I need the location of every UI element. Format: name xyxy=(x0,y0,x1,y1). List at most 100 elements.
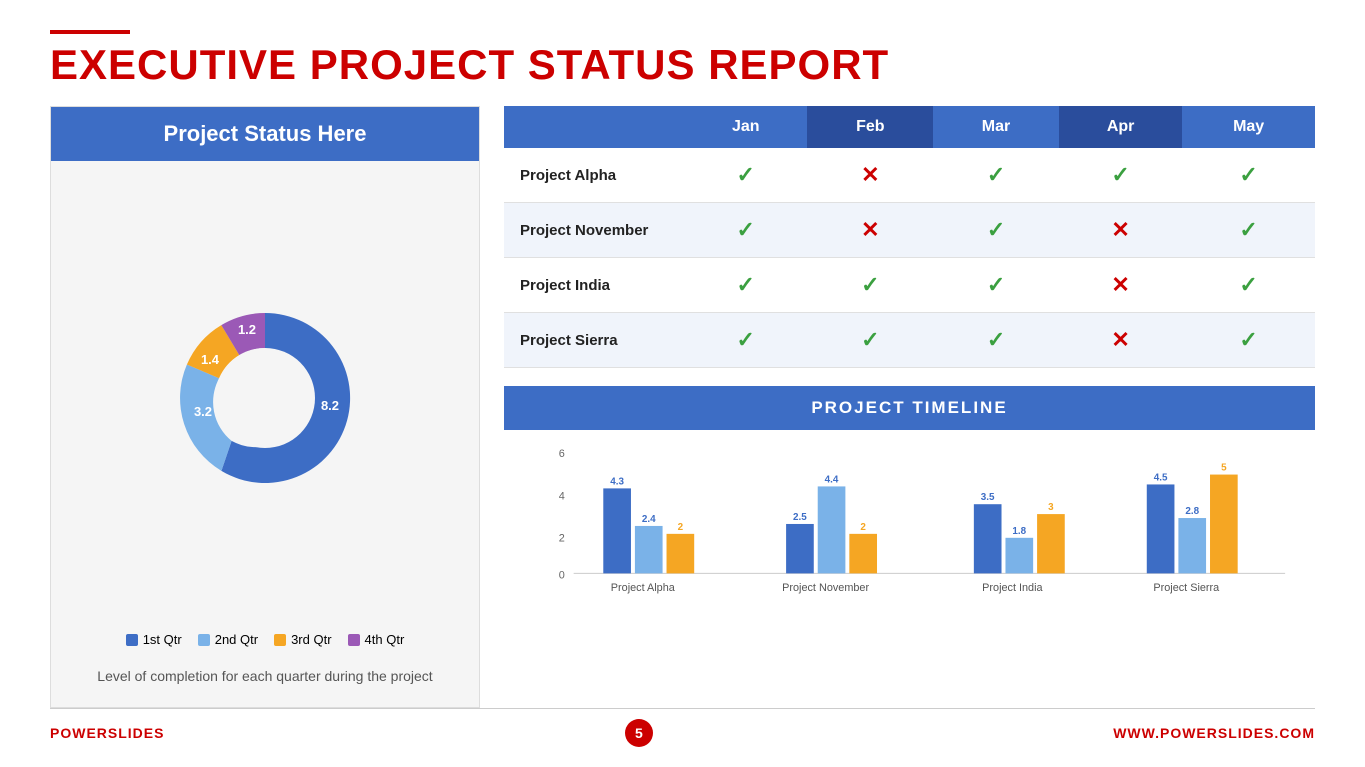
footer-brand: POWERSLIDES xyxy=(50,725,164,741)
donut-center xyxy=(215,348,315,448)
bar-label-sierra-2: 2.8 xyxy=(1185,506,1199,517)
bar-label-nov-2: 4.4 xyxy=(825,475,839,486)
cell-nov-jan: ✓ xyxy=(684,203,807,258)
check-icon: ✓ xyxy=(1239,162,1257,187)
legend-label-2nd-qtr: 2nd Qtr xyxy=(215,632,258,647)
bar-nov-1 xyxy=(786,524,814,573)
check-icon: ✓ xyxy=(1111,162,1129,187)
legend-1st-qtr: 1st Qtr xyxy=(126,632,182,647)
right-panel: Jan Feb Mar Apr May Project Alpha ✓ ✕ ✓ … xyxy=(504,106,1315,708)
bar-alpha-1 xyxy=(603,489,631,574)
cell-sierra-may: ✓ xyxy=(1182,313,1315,368)
col-header-project xyxy=(504,106,684,148)
check-icon: ✓ xyxy=(987,217,1005,242)
page-title: EXECUTIVE PROJECT STATUS REPORT xyxy=(50,42,1315,88)
cell-alpha-mar: ✓ xyxy=(933,148,1059,203)
legend-label-3rd-qtr: 3rd Qtr xyxy=(291,632,331,647)
col-header-mar: Mar xyxy=(933,106,1059,148)
left-panel-header: Project Status Here xyxy=(51,107,479,161)
check-icon: ✓ xyxy=(737,162,755,187)
cell-sierra-feb: ✓ xyxy=(807,313,933,368)
cell-sierra-jan: ✓ xyxy=(684,313,807,368)
check-icon: ✓ xyxy=(737,217,755,242)
header-accent-line xyxy=(50,30,130,34)
label-1st-qtr: 8.2 xyxy=(321,398,339,413)
bar-india-2 xyxy=(1005,538,1033,574)
bar-nov-2 xyxy=(818,487,846,574)
cell-india-jan: ✓ xyxy=(684,258,807,313)
bar-label-alpha-2: 2.4 xyxy=(642,514,656,525)
bar-label-alpha-3: 2 xyxy=(678,522,684,533)
title-black-part: EXECUTIVE PROJECT xyxy=(50,41,528,88)
project-name-sierra: Project Sierra xyxy=(504,313,684,368)
bar-alpha-2 xyxy=(635,526,663,573)
cell-nov-feb: ✕ xyxy=(807,203,933,258)
cell-india-mar: ✓ xyxy=(933,258,1059,313)
check-icon: ✓ xyxy=(987,272,1005,297)
timeline-section-header: PROJECT TIMELINE xyxy=(504,386,1315,430)
legend-dot-1st-qtr xyxy=(126,634,138,646)
col-header-feb: Feb xyxy=(807,106,933,148)
cell-nov-apr: ✕ xyxy=(1059,203,1182,258)
timeline-title: PROJECT TIMELINE xyxy=(811,398,1007,417)
proj-label-sierra: Project Sierra xyxy=(1153,582,1220,594)
legend-2nd-qtr: 2nd Qtr xyxy=(198,632,258,647)
table-row: Project India ✓ ✓ ✓ ✕ ✓ xyxy=(504,258,1315,313)
project-name-alpha: Project Alpha xyxy=(504,148,684,203)
legend-4th-qtr: 4th Qtr xyxy=(348,632,405,647)
project-name-india: Project India xyxy=(504,258,684,313)
bar-alpha-3 xyxy=(667,534,695,574)
bar-label-alpha-1: 4.3 xyxy=(610,477,624,488)
bar-india-1 xyxy=(974,504,1002,573)
cell-nov-may: ✓ xyxy=(1182,203,1315,258)
y-label-2: 2 xyxy=(559,533,565,545)
legend-label-1st-qtr: 1st Qtr xyxy=(143,632,182,647)
cross-icon: ✕ xyxy=(1111,217,1129,242)
bar-label-india-2: 1.8 xyxy=(1012,526,1026,537)
left-panel: Project Status Here xyxy=(50,106,480,708)
cell-sierra-apr: ✕ xyxy=(1059,313,1182,368)
check-icon: ✓ xyxy=(861,327,879,352)
cell-india-apr: ✕ xyxy=(1059,258,1182,313)
chart-description: Level of completion for each quarter dur… xyxy=(67,657,462,707)
legend-3rd-qtr: 3rd Qtr xyxy=(274,632,331,647)
check-icon: ✓ xyxy=(737,327,755,352)
cell-alpha-jan: ✓ xyxy=(684,148,807,203)
check-icon: ✓ xyxy=(987,327,1005,352)
bar-label-sierra-1: 4.5 xyxy=(1154,473,1168,484)
check-icon: ✓ xyxy=(1239,217,1257,242)
proj-label-nov: Project November xyxy=(782,582,869,594)
cell-india-may: ✓ xyxy=(1182,258,1315,313)
col-header-jan: Jan xyxy=(684,106,807,148)
cross-icon: ✕ xyxy=(1111,327,1129,352)
cross-icon: ✕ xyxy=(861,217,879,242)
col-header-may: May xyxy=(1182,106,1315,148)
cell-alpha-apr: ✓ xyxy=(1059,148,1182,203)
footer-page-number: 5 xyxy=(625,719,653,747)
check-icon: ✓ xyxy=(1239,272,1257,297)
y-label-6: 6 xyxy=(559,448,565,460)
cross-icon: ✕ xyxy=(1111,272,1129,297)
cell-nov-mar: ✓ xyxy=(933,203,1059,258)
chart-legend: 1st Qtr 2nd Qtr 3rd Qtr 4th Qtr xyxy=(126,624,405,657)
legend-dot-3rd-qtr xyxy=(274,634,286,646)
table-row: Project November ✓ ✕ ✓ ✕ ✓ xyxy=(504,203,1315,258)
donut-chart-area: 8.2 3.2 1.4 1.2 xyxy=(51,161,479,624)
bar-label-india-3: 3 xyxy=(1048,502,1054,513)
check-icon: ✓ xyxy=(987,162,1005,187)
label-2nd-qtr: 3.2 xyxy=(194,404,212,419)
col-header-apr: Apr xyxy=(1059,106,1182,148)
cell-alpha-may: ✓ xyxy=(1182,148,1315,203)
legend-label-4th-qtr: 4th Qtr xyxy=(365,632,405,647)
bar-label-sierra-3: 5 xyxy=(1221,463,1227,474)
y-label-0: 0 xyxy=(559,570,565,582)
panel-title: Project Status Here xyxy=(164,121,367,146)
cell-india-feb: ✓ xyxy=(807,258,933,313)
brand-black: POWER xyxy=(50,725,108,741)
brand-red: SLIDES xyxy=(108,725,165,741)
bar-sierra-2 xyxy=(1178,518,1206,573)
cell-alpha-feb: ✕ xyxy=(807,148,933,203)
table-row: Project Sierra ✓ ✓ ✓ ✕ ✓ xyxy=(504,313,1315,368)
bar-label-nov-1: 2.5 xyxy=(793,512,807,523)
bar-india-3 xyxy=(1037,514,1065,573)
